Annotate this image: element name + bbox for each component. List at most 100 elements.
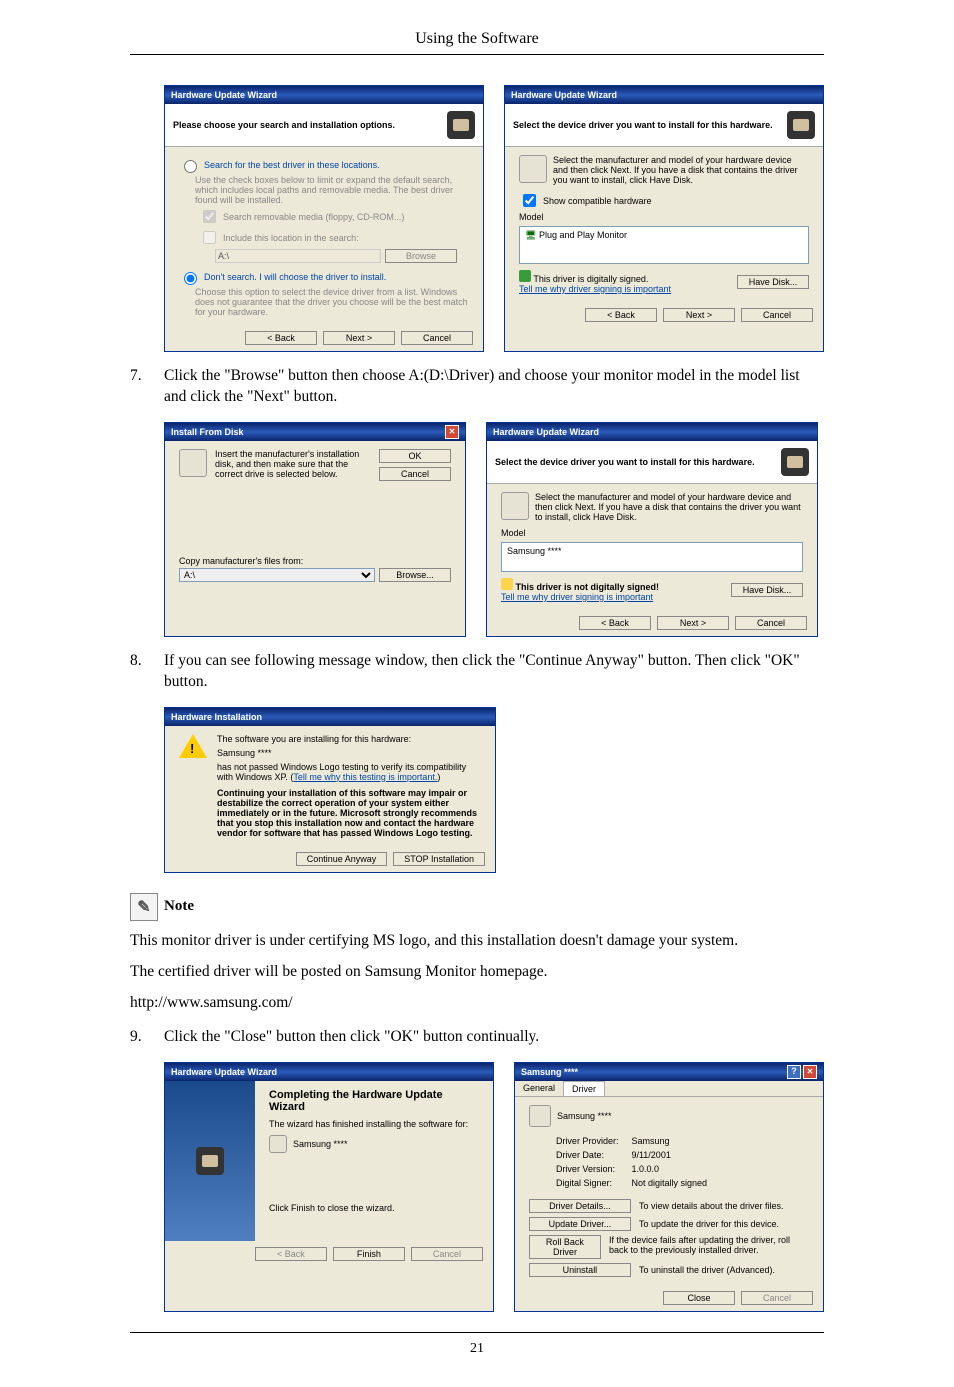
include-location-checkbox[interactable] [203, 231, 216, 244]
hardware-installation-warning: Hardware Installation The software you a… [164, 707, 496, 873]
uninstall-button[interactable]: Uninstall [529, 1263, 631, 1277]
why-signing-link[interactable]: Tell me why driver signing is important [501, 592, 653, 602]
driver-details-button[interactable]: Driver Details... [529, 1199, 631, 1213]
wizard-side-graphic [165, 1081, 255, 1241]
close-icon[interactable]: ✕ [803, 1065, 817, 1079]
banner-text: Please choose your search and installati… [173, 120, 395, 130]
radio-label: Search for the best driver in these loca… [204, 160, 380, 170]
browse-button[interactable]: Browse [385, 249, 457, 263]
back-button[interactable]: < Back [585, 308, 657, 322]
path-dropdown[interactable]: A:\ [179, 568, 375, 582]
next-button[interactable]: Next > [657, 616, 729, 630]
search-best-radio[interactable] [184, 160, 197, 173]
line2c: ) [437, 772, 440, 782]
back-button[interactable]: < Back [579, 616, 651, 630]
signed-icon [519, 270, 531, 282]
step-number: 8. [130, 651, 164, 693]
tab-general[interactable]: General [515, 1081, 563, 1096]
titlebar: Hardware Update Wizard [505, 86, 823, 104]
rollback-driver-button[interactable]: Roll Back Driver [529, 1235, 601, 1259]
line1: The software you are installing for this… [217, 734, 481, 744]
help-icon[interactable]: ? [787, 1065, 801, 1079]
version-value: 1.0.0.0 [630, 1163, 708, 1175]
wizard-search-options: Hardware Update Wizard Please choose you… [164, 85, 484, 352]
path-input[interactable] [215, 249, 381, 263]
titlebar: Install From Disk ✕ [165, 423, 465, 441]
cancel-button[interactable]: Cancel [741, 308, 813, 322]
model-list[interactable]: Samsung **** [501, 542, 803, 572]
model-list[interactable]: 🖥 Plug and Play Monitor [519, 226, 809, 264]
show-compatible-checkbox[interactable] [523, 194, 536, 207]
warning-icon [179, 734, 207, 838]
update-text: To update the driver for this device. [639, 1219, 779, 1229]
tab-driver[interactable]: Driver [563, 1081, 605, 1096]
have-disk-button[interactable]: Have Disk... [737, 275, 809, 289]
next-button[interactable]: Next > [323, 331, 395, 345]
show-compat-label: Show compatible hardware [543, 196, 652, 206]
cancel-button[interactable]: Cancel [379, 467, 451, 481]
wizard-icon [447, 111, 475, 139]
completing-sub: The wizard has finished installing the s… [269, 1119, 479, 1129]
finish-msg: Click Finish to close the wizard. [269, 1203, 479, 1213]
cancel-button[interactable]: Cancel [401, 331, 473, 345]
note-line2: The certified driver will be posted on S… [130, 962, 824, 983]
title-text: Samsung **** [521, 1067, 578, 1077]
signer-label: Digital Signer: [555, 1177, 629, 1189]
cancel-button: Cancel [741, 1291, 813, 1305]
stop-installation-button[interactable]: STOP Installation [393, 852, 485, 866]
back-button[interactable]: < Back [245, 331, 317, 345]
disk-icon [519, 155, 547, 183]
model-item[interactable]: 🖥 [525, 230, 539, 240]
note-url: http://www.samsung.com/ [130, 993, 824, 1014]
provider-value: Samsung [630, 1135, 708, 1147]
cancel-button[interactable]: Cancel [735, 616, 807, 630]
banner: Select the device driver you want to ins… [505, 104, 823, 147]
why-signing-link[interactable]: Tell me why driver signing is important [519, 284, 671, 294]
chk1-label: Search removable media (floppy, CD-ROM..… [223, 212, 404, 222]
browse-button[interactable]: Browse... [379, 568, 451, 582]
banner: Please choose your search and installati… [165, 104, 483, 147]
titlebar: Hardware Installation [165, 708, 495, 726]
model-label: Model [519, 212, 809, 222]
instr-text: Select the manufacturer and model of you… [535, 492, 803, 522]
finish-button[interactable]: Finish [333, 1247, 405, 1261]
radio2-subtext: Choose this option to select the device … [195, 287, 469, 317]
step-text: If you can see following message window,… [164, 651, 824, 693]
model-label: Model [501, 528, 803, 538]
testing-important-link[interactable]: Tell me why this testing is important. [293, 772, 437, 782]
close-icon[interactable]: ✕ [445, 425, 459, 439]
disk-icon [179, 449, 207, 477]
model-item[interactable]: Samsung **** [507, 546, 562, 556]
have-disk-button[interactable]: Have Disk... [731, 583, 803, 597]
line2: has not passed Windows Logo testing to v… [217, 762, 481, 782]
install-from-disk-dialog: Install From Disk ✕ Insert the manufactu… [164, 422, 466, 637]
title-text: Hardware Update Wizard [171, 90, 277, 100]
radio1-subtext: Use the check boxes below to limit or ex… [195, 175, 469, 205]
rollback-text: If the device fails after updating the d… [609, 1235, 809, 1255]
dont-search-radio[interactable] [184, 272, 197, 285]
banner: Select the device driver you want to ins… [487, 441, 817, 484]
device-icon [529, 1105, 551, 1127]
ok-button[interactable]: OK [379, 449, 451, 463]
title-text: Hardware Update Wizard [493, 427, 599, 437]
close-button[interactable]: Close [663, 1291, 735, 1305]
signer-value: Not digitally signed [630, 1177, 708, 1189]
wizard-completing: Hardware Update Wizard Completing the Ha… [164, 1062, 494, 1312]
cancel-button: Cancel [411, 1247, 483, 1261]
header-rule [130, 54, 824, 55]
titlebar: Samsung **** ? ✕ [515, 1063, 823, 1081]
provider-label: Driver Provider: [555, 1135, 629, 1147]
chk2-label: Include this location in the search: [223, 233, 359, 243]
device-icon [269, 1135, 287, 1153]
titlebar: Hardware Update Wizard [487, 423, 817, 441]
footer-rule [130, 1332, 824, 1333]
disk-icon [501, 492, 529, 520]
update-driver-button[interactable]: Update Driver... [529, 1217, 631, 1231]
next-button[interactable]: Next > [663, 308, 735, 322]
step-9: 9. Click the "Close" button then click "… [130, 1027, 824, 1048]
removable-media-checkbox[interactable] [203, 210, 216, 223]
continue-anyway-button[interactable]: Continue Anyway [296, 852, 388, 866]
wizard-icon [196, 1147, 224, 1175]
banner-text: Select the device driver you want to ins… [495, 457, 755, 467]
title-text: Hardware Update Wizard [511, 90, 617, 100]
